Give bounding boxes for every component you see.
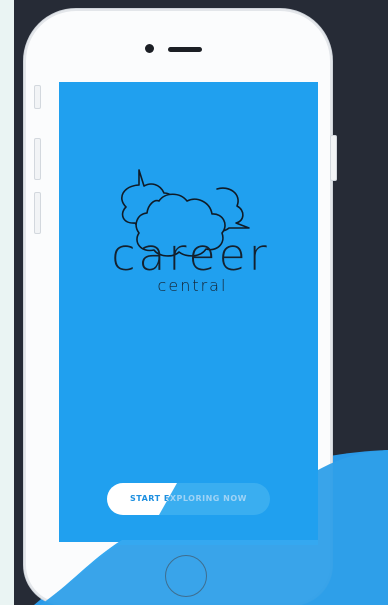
camera-icon <box>145 44 154 53</box>
brand-subtitle: central <box>157 276 228 295</box>
brand-name: career <box>111 230 270 281</box>
silent-switch <box>34 85 41 109</box>
volume-up-button <box>34 138 41 180</box>
start-exploring-button[interactable]: START EXPLORING NOW START EXPLORING NOW <box>107 483 270 515</box>
speech-clouds-icon <box>121 169 250 257</box>
speaker-icon <box>168 47 202 52</box>
volume-down-button <box>34 192 41 234</box>
home-button-icon[interactable] <box>165 555 207 597</box>
app-screen: career central <box>59 82 318 542</box>
power-button <box>330 135 337 181</box>
